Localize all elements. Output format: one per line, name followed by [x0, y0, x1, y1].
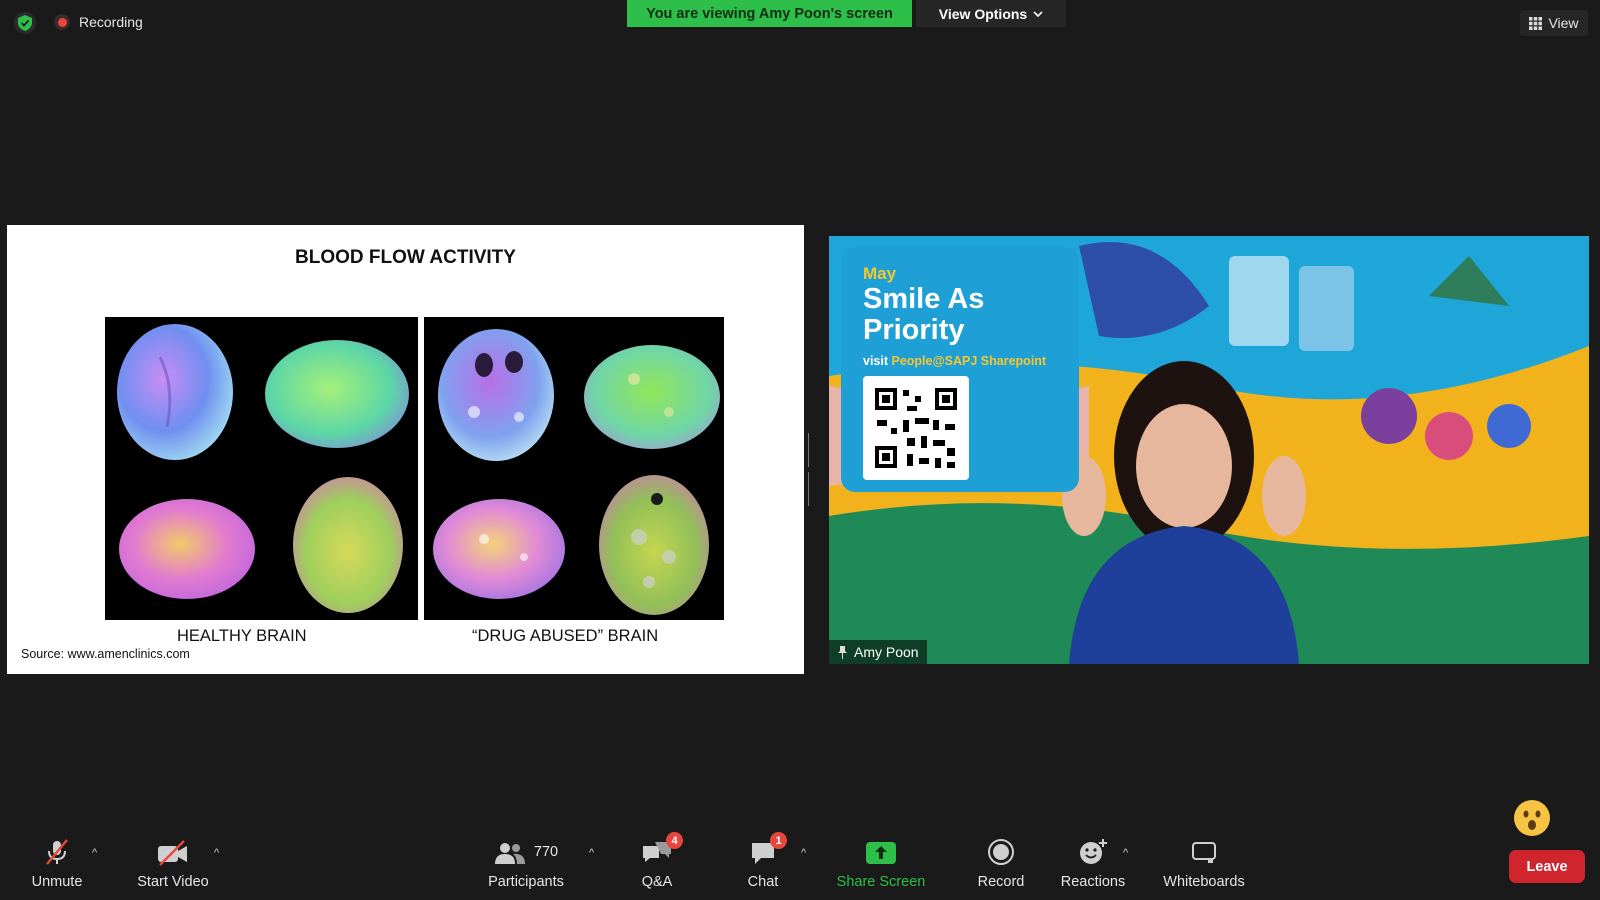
reactions-options-caret[interactable]: ^	[1123, 847, 1128, 859]
audio-options-caret[interactable]: ^	[92, 847, 97, 859]
participants-button[interactable]: 770 Participants	[484, 838, 568, 890]
caption-drug-abused-brain: “DRUG ABUSED” BRAIN	[472, 627, 659, 645]
healthy-brain-image	[105, 317, 418, 620]
participant-name: Amy Poon	[854, 644, 919, 660]
pin-icon	[838, 645, 847, 659]
start-video-button[interactable]: Start Video	[133, 838, 213, 890]
share-screen-label: Share Screen	[836, 874, 926, 890]
bg-visit-line: visit People@SAPJ Sharepoint	[863, 354, 1047, 368]
participants-options-caret[interactable]: ^	[589, 847, 594, 859]
participants-count: 770	[533, 844, 559, 860]
qr-code-image	[863, 376, 969, 480]
chat-label: Chat	[747, 874, 779, 890]
chat-button[interactable]: 1 Chat	[745, 832, 787, 890]
recording-label: Recording	[79, 14, 143, 30]
shared-screen-slide: BLOOD FLOW ACTIVITY HEALTHY BRAIN “DRUG …	[7, 225, 804, 674]
whiteboards-button[interactable]: Whiteboards	[1158, 838, 1250, 890]
view-label: View	[1548, 15, 1579, 31]
chat-options-caret[interactable]: ^	[801, 847, 806, 859]
grid-icon	[1529, 16, 1543, 30]
participants-icon	[494, 843, 525, 864]
muted-microphone-icon	[46, 839, 68, 865]
qa-label: Q&A	[641, 874, 673, 890]
slide-source: Source: www.amenclinics.com	[21, 647, 190, 661]
qa-badge: 4	[666, 832, 683, 849]
qa-button[interactable]: 4 Q&A	[637, 832, 683, 890]
reactions-label: Reactions	[1060, 874, 1126, 890]
bg-link: People@SAPJ Sharepoint	[891, 354, 1047, 368]
view-button[interactable]: View	[1520, 10, 1588, 36]
participants-label: Participants	[488, 874, 564, 890]
whiteboard-icon	[1192, 842, 1216, 863]
participant-name-tag: Amy Poon	[829, 640, 927, 664]
bg-title: Smile As Priority	[863, 283, 985, 346]
chevron-down-icon	[1033, 10, 1043, 17]
security-shield-icon[interactable]	[14, 12, 36, 34]
share-screen-icon	[866, 842, 896, 864]
splitter-handle[interactable]	[808, 433, 812, 506]
share-screen-button[interactable]: Share Screen	[836, 838, 926, 890]
record-icon	[988, 839, 1014, 865]
viewing-banner: You are viewing Amy Poon's screen	[627, 0, 912, 27]
recording-indicator[interactable]: Recording	[54, 14, 143, 30]
video-options-caret[interactable]: ^	[214, 847, 219, 859]
smile-as-priority-card: May Smile As Priority visit People@SAPJ …	[841, 246, 1079, 492]
unmute-label: Unmute	[31, 874, 83, 890]
reactions-smiley-icon	[1080, 839, 1107, 864]
record-button[interactable]: Record	[975, 838, 1027, 890]
drug-abused-brain-image	[424, 317, 724, 620]
speaker-video-tile[interactable]: May Smile As Priority visit People@SAPJ …	[829, 236, 1589, 664]
reactions-button[interactable]: Reactions	[1058, 838, 1128, 890]
record-label: Record	[977, 874, 1025, 890]
slide-title: BLOOD FLOW ACTIVITY	[295, 247, 516, 268]
recording-icon	[54, 14, 70, 30]
bg-month: May	[863, 264, 897, 283]
chat-badge: 1	[770, 832, 787, 849]
start-video-label: Start Video	[137, 874, 209, 890]
view-options-label: View Options	[938, 5, 1028, 22]
video-off-icon	[158, 840, 187, 866]
unmute-button[interactable]: Unmute	[28, 838, 86, 890]
surprised-reaction-emoji	[1514, 800, 1550, 836]
caption-healthy-brain: HEALTHY BRAIN	[177, 627, 307, 645]
whiteboards-label: Whiteboards	[1163, 874, 1245, 890]
leave-button[interactable]: Leave	[1509, 850, 1585, 883]
view-options-button[interactable]: View Options	[916, 0, 1066, 27]
